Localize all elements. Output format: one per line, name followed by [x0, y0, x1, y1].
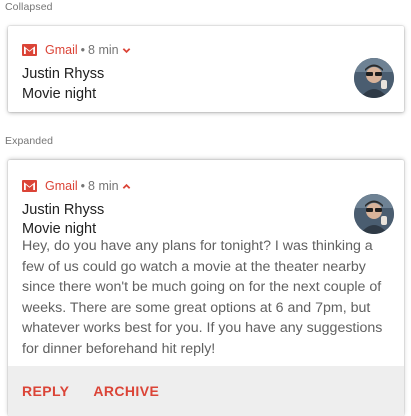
separator-dot: • [80, 179, 86, 193]
collapsed-section-label: Collapsed [5, 1, 53, 13]
gmail-icon [22, 180, 37, 192]
separator-dot: • [80, 43, 86, 57]
notification-header: Gmail • 8 min [22, 42, 131, 58]
timestamp: 8 min [88, 179, 119, 193]
archive-button[interactable]: ARCHIVE [93, 383, 159, 399]
avatar [354, 194, 394, 234]
email-subject: Movie night [22, 221, 97, 237]
email-body: Hey, do you have any plans for tonight? … [22, 238, 383, 357]
sender-name: Justin Rhyss [22, 66, 105, 82]
collapsed-notification-card[interactable]: Gmail • 8 min Justin Rhyss Movie night [8, 26, 404, 112]
avatar [354, 58, 394, 98]
expanded-section-label: Expanded [5, 135, 54, 147]
timestamp: 8 min [88, 43, 119, 57]
notification-header: Gmail • 8 min [22, 178, 131, 194]
action-bar: REPLY ARCHIVE [8, 366, 404, 416]
chevron-down-icon[interactable] [122, 46, 131, 55]
app-name: Gmail [45, 43, 78, 57]
reply-button[interactable]: REPLY [22, 383, 69, 399]
chevron-up-icon[interactable] [122, 182, 131, 191]
email-subject: Movie night [22, 86, 97, 102]
sender-name: Justin Rhyss [22, 202, 105, 218]
gmail-icon [22, 44, 37, 56]
expanded-notification-card[interactable]: Gmail • 8 min Justin Rhyss Movie night H… [8, 160, 404, 416]
app-name: Gmail [45, 179, 78, 193]
